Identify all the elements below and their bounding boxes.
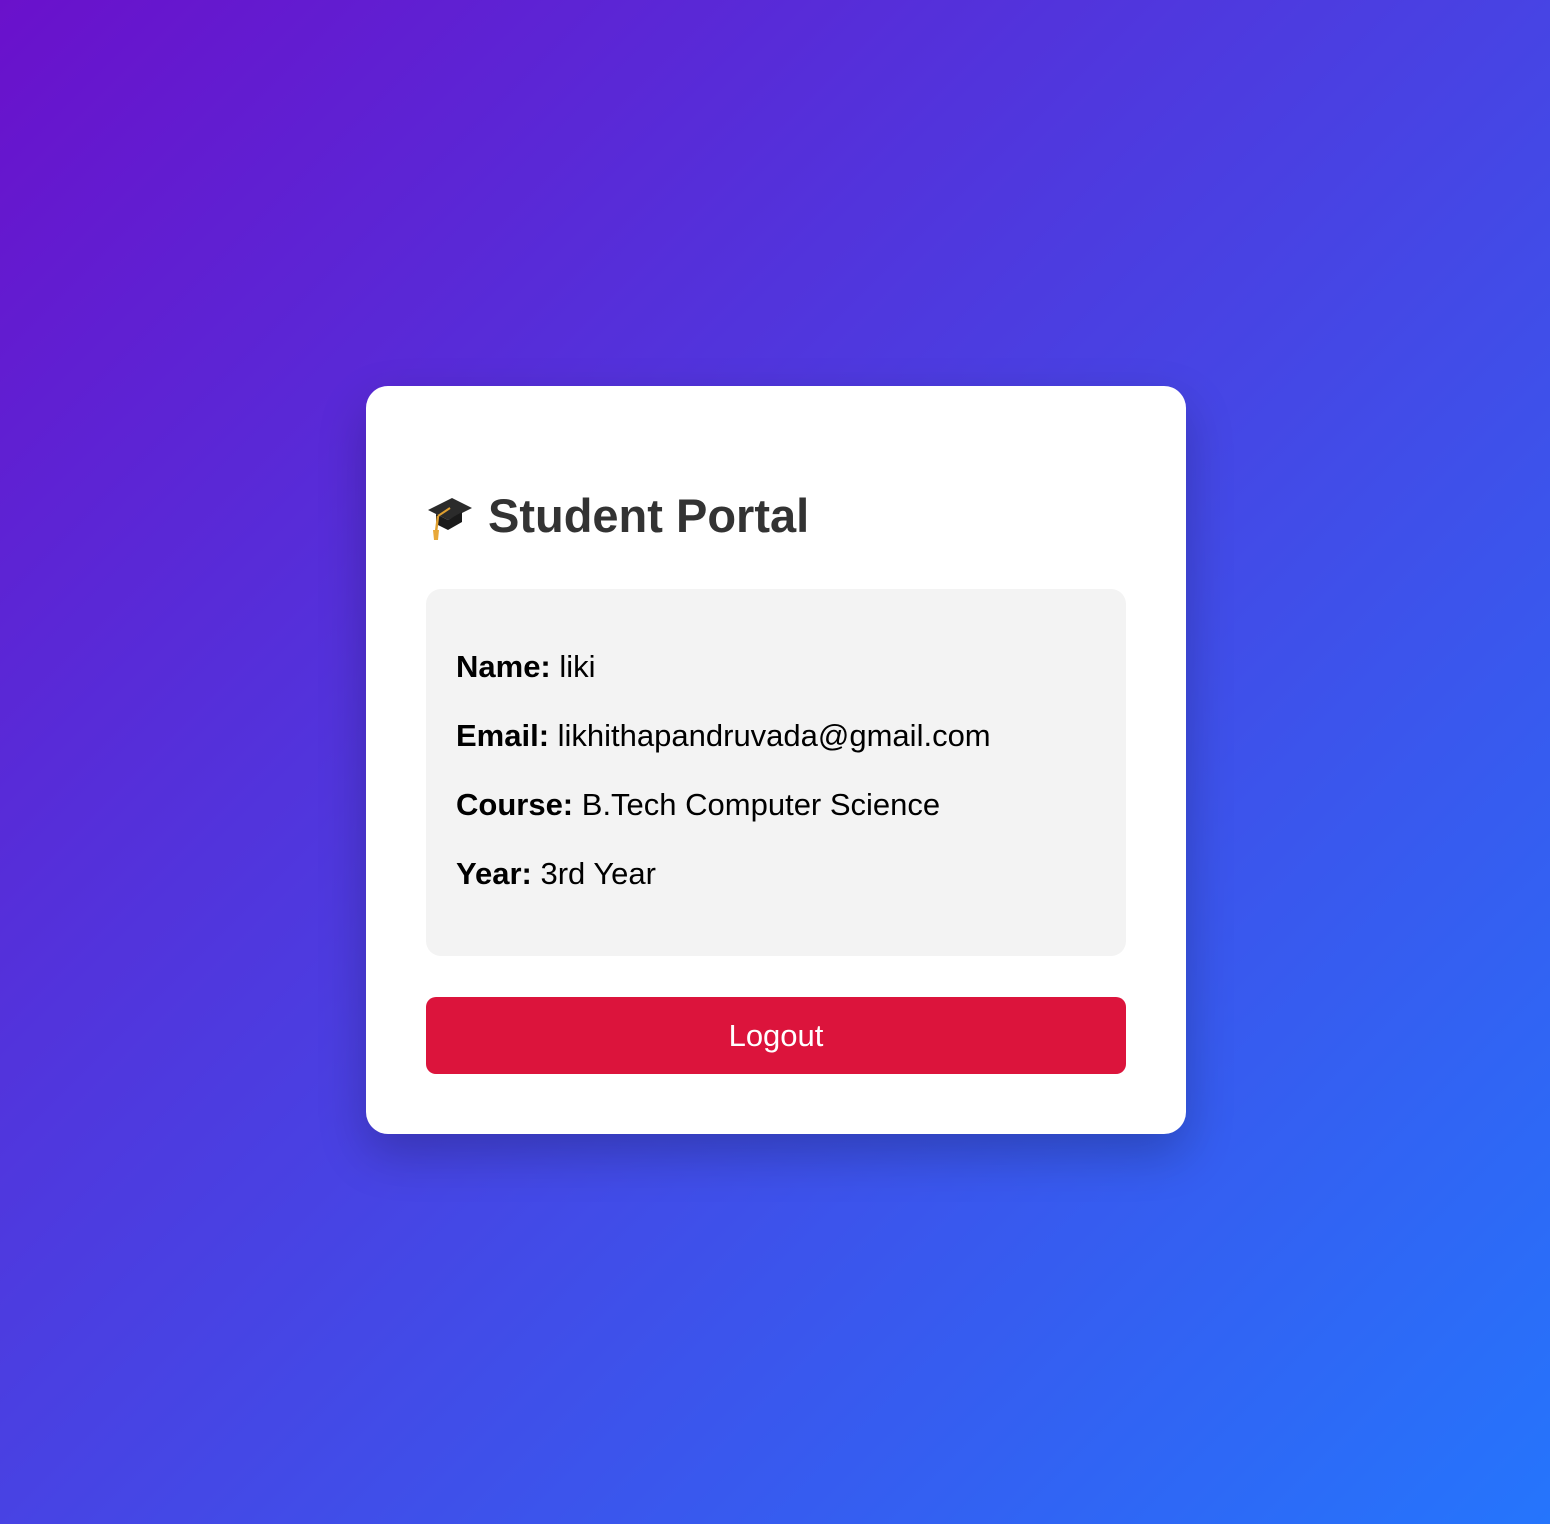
email-label: Email: [456,718,550,753]
course-label: Course: [456,787,574,822]
student-info-panel: Name: liki Email: likhithapandruvada@gma… [426,589,1126,956]
year-value: 3rd Year [540,856,656,891]
profile-card: Student Portal Name: liki Email: likhith… [366,386,1186,1134]
page-background: { "header": { "title": "Student Portal",… [0,0,1550,1524]
email-value: likhithapandruvada@gmail.com [557,718,991,753]
year-row: Year: 3rd Year [456,854,1096,923]
name-value: liki [559,649,596,684]
logout-button[interactable]: Logout [426,997,1126,1074]
course-row: Course: B.Tech Computer Science [456,785,1096,854]
year-label: Year: [456,856,532,891]
page-header: Student Portal [426,486,809,546]
email-row: Email: likhithapandruvada@gmail.com [456,716,1096,785]
graduation-cap-icon [426,492,474,540]
name-row: Name: liki [456,647,1096,716]
course-value: B.Tech Computer Science [581,787,941,822]
page-title: Student Portal [488,489,810,542]
name-label: Name: [456,649,551,684]
